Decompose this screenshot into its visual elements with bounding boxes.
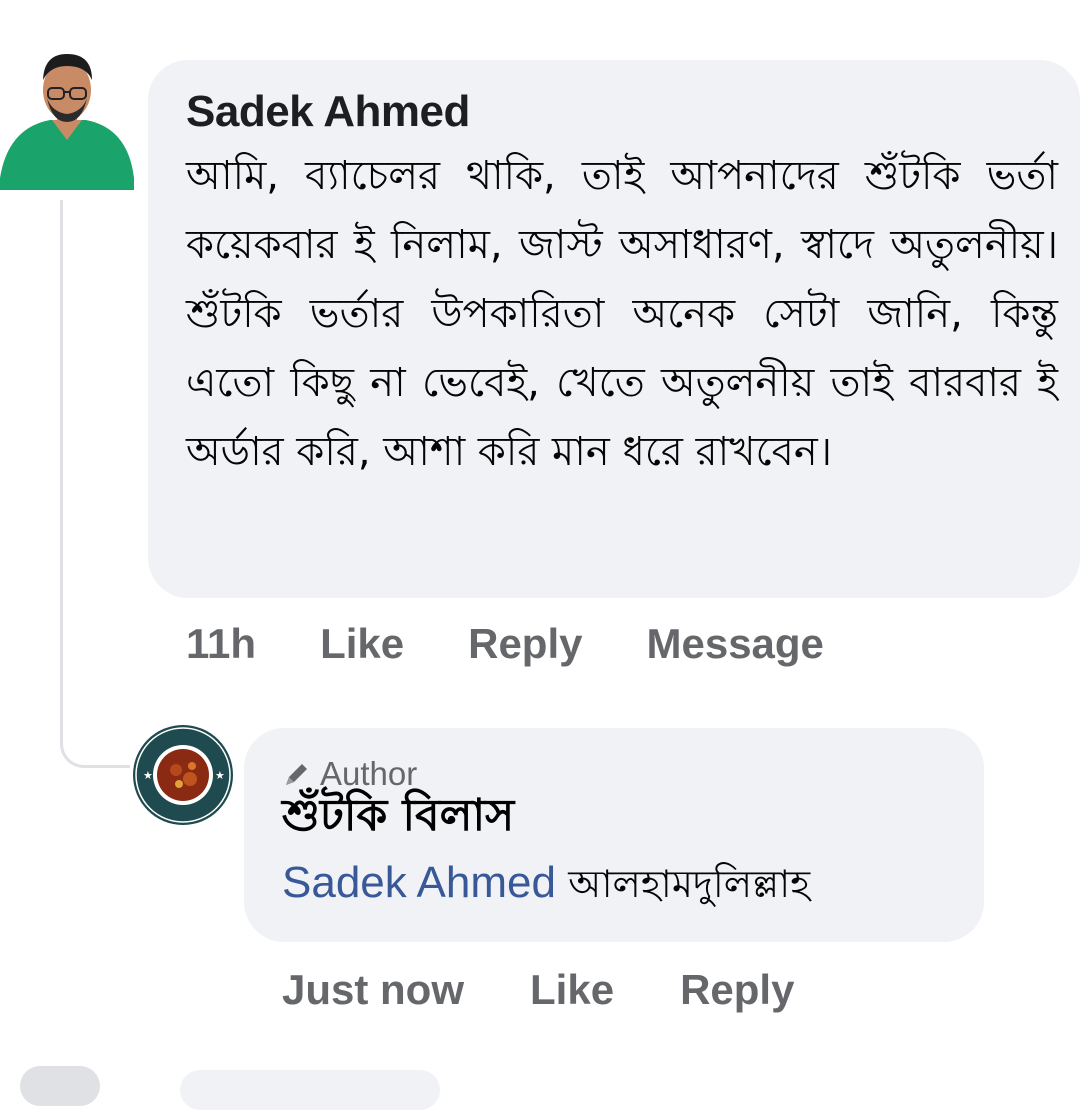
user-avatar-image <box>0 54 134 190</box>
thread-connector <box>60 200 130 768</box>
reply-button[interactable]: Reply <box>468 620 582 668</box>
reply-bubble: Author শুঁটকি বিলাস Sadek Ahmed আলহামদুল… <box>244 728 984 942</box>
page-name[interactable]: শুঁটকি বিলাস <box>282 788 954 844</box>
next-comment-avatar <box>20 1066 100 1106</box>
reply-reply-button[interactable]: Reply <box>680 966 794 1014</box>
svg-text:★: ★ <box>215 769 225 782</box>
page-avatar[interactable]: ★ ★ <box>132 724 234 826</box>
mention-link[interactable]: Sadek Ahmed <box>282 858 556 907</box>
like-button[interactable]: Like <box>320 620 404 668</box>
avatar[interactable] <box>0 28 134 190</box>
comment-bubble: Sadek Ahmed আমি, ব্যাচেলর থাকি, তাই আপনা… <box>148 60 1080 598</box>
comment-timestamp[interactable]: 11h <box>186 620 256 668</box>
page-logo-image: ★ ★ <box>133 725 233 825</box>
reply-actions: Just now Like Reply <box>282 966 860 1014</box>
comment-actions: 11h Like Reply Message <box>186 620 888 668</box>
pencil-icon <box>286 764 307 785</box>
next-comment-bubble <box>180 1070 440 1110</box>
comment-text: আমি, ব্যাচেলর থাকি, তাই আপনাদের শুঁটকি ভ… <box>186 153 1058 475</box>
svg-text:★: ★ <box>143 769 153 782</box>
comment-author-name[interactable]: Sadek Ahmed <box>186 86 1058 138</box>
reply-like-button[interactable]: Like <box>530 966 614 1014</box>
message-button[interactable]: Message <box>646 620 823 668</box>
reply-timestamp[interactable]: Just now <box>282 966 464 1014</box>
reply-text: Sadek Ahmed আলহামদুলিল্লাহ <box>282 854 954 913</box>
reply-body: আলহামদুলিল্লাহ <box>568 862 811 906</box>
